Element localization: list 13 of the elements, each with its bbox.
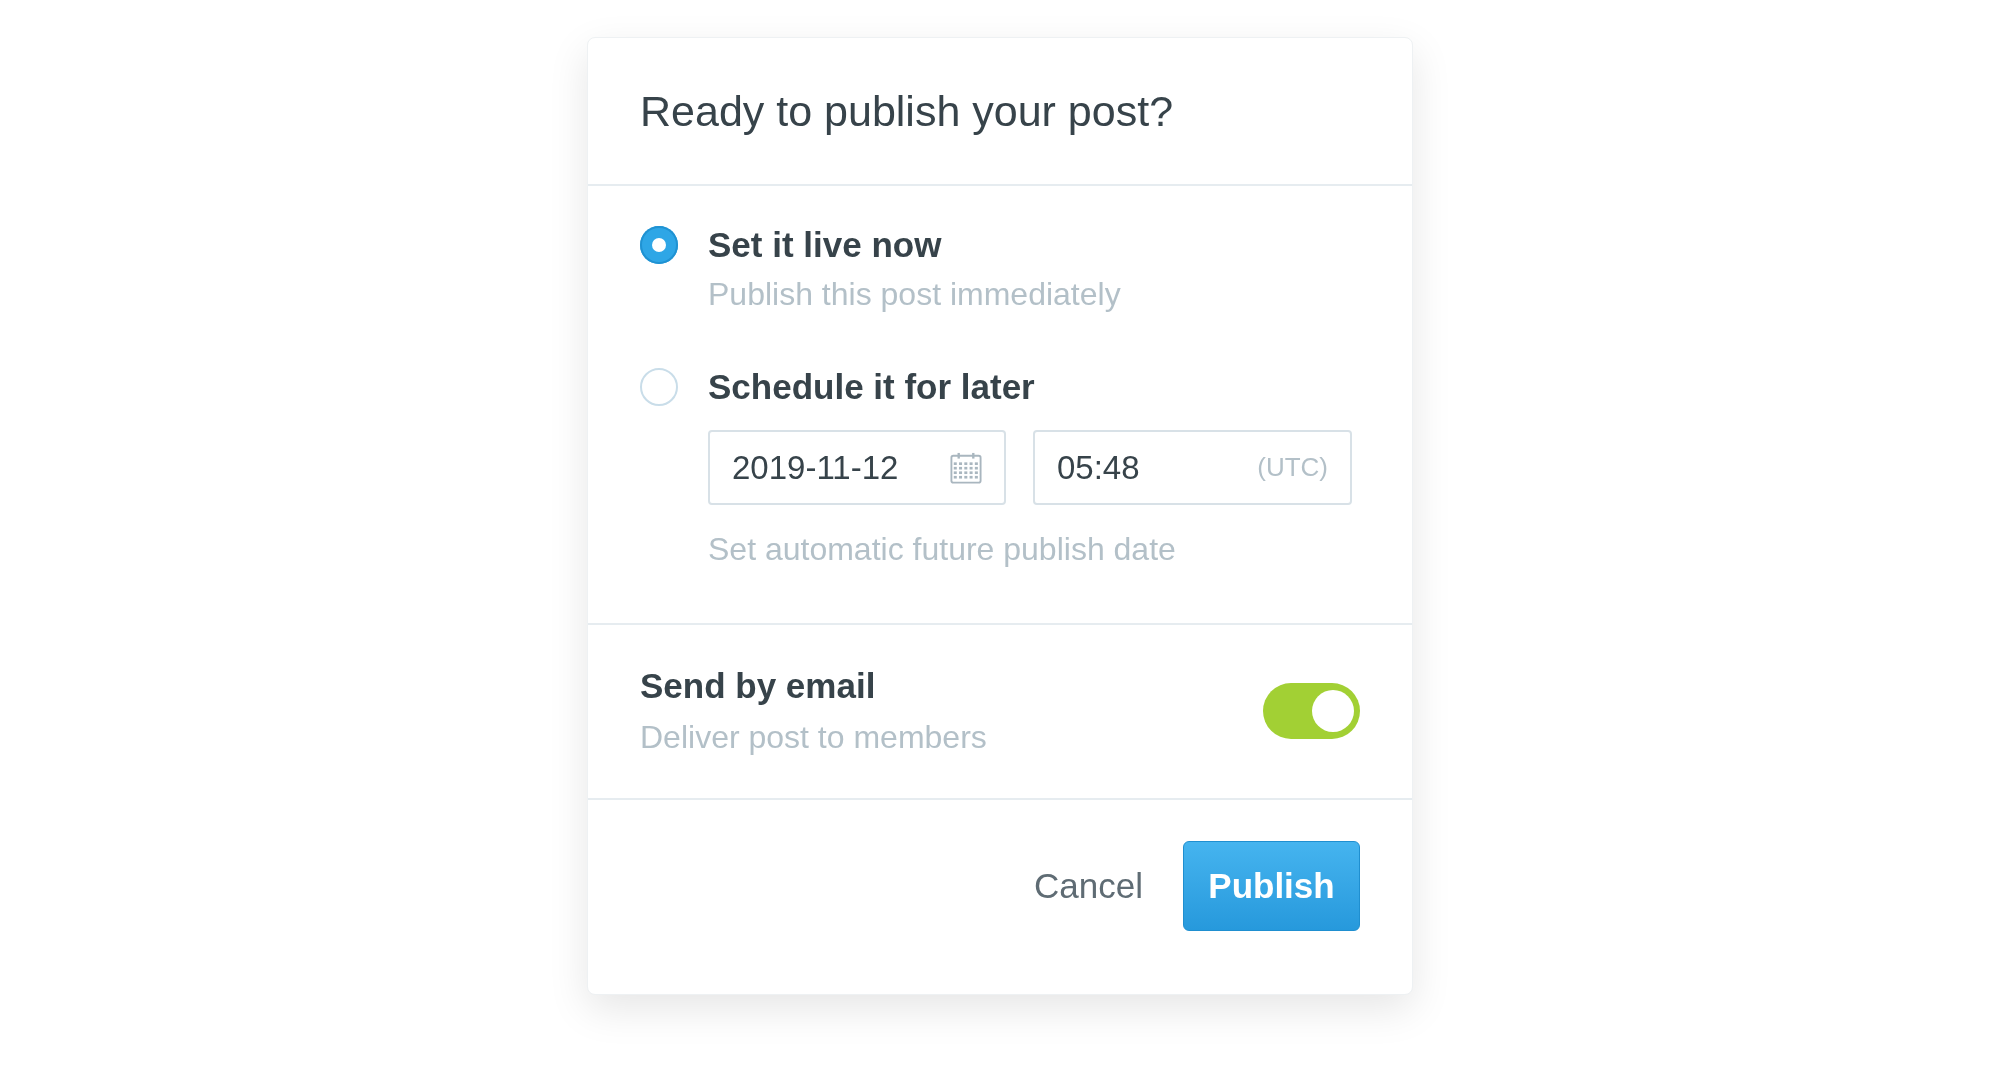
option-description: Publish this post immediately [708, 275, 1121, 314]
calendar-icon[interactable] [950, 450, 982, 485]
radio-button[interactable] [640, 368, 678, 406]
email-label: Send by email [640, 665, 877, 707]
time-field[interactable]: 05:48 (UTC) [1033, 430, 1352, 505]
dialog-title: Ready to publish your post? [640, 89, 1174, 133]
radio-button[interactable] [640, 226, 678, 264]
schedule-hint: Set automatic future publish date [708, 530, 1177, 569]
date-field[interactable]: 2019-11-12 [708, 430, 1006, 505]
option-label[interactable]: Schedule it for later [708, 365, 1352, 409]
email-description: Deliver post to members [640, 718, 987, 757]
cancel-button[interactable]: Cancel [1022, 841, 1155, 931]
option-label[interactable]: Set it live now [708, 223, 1121, 267]
